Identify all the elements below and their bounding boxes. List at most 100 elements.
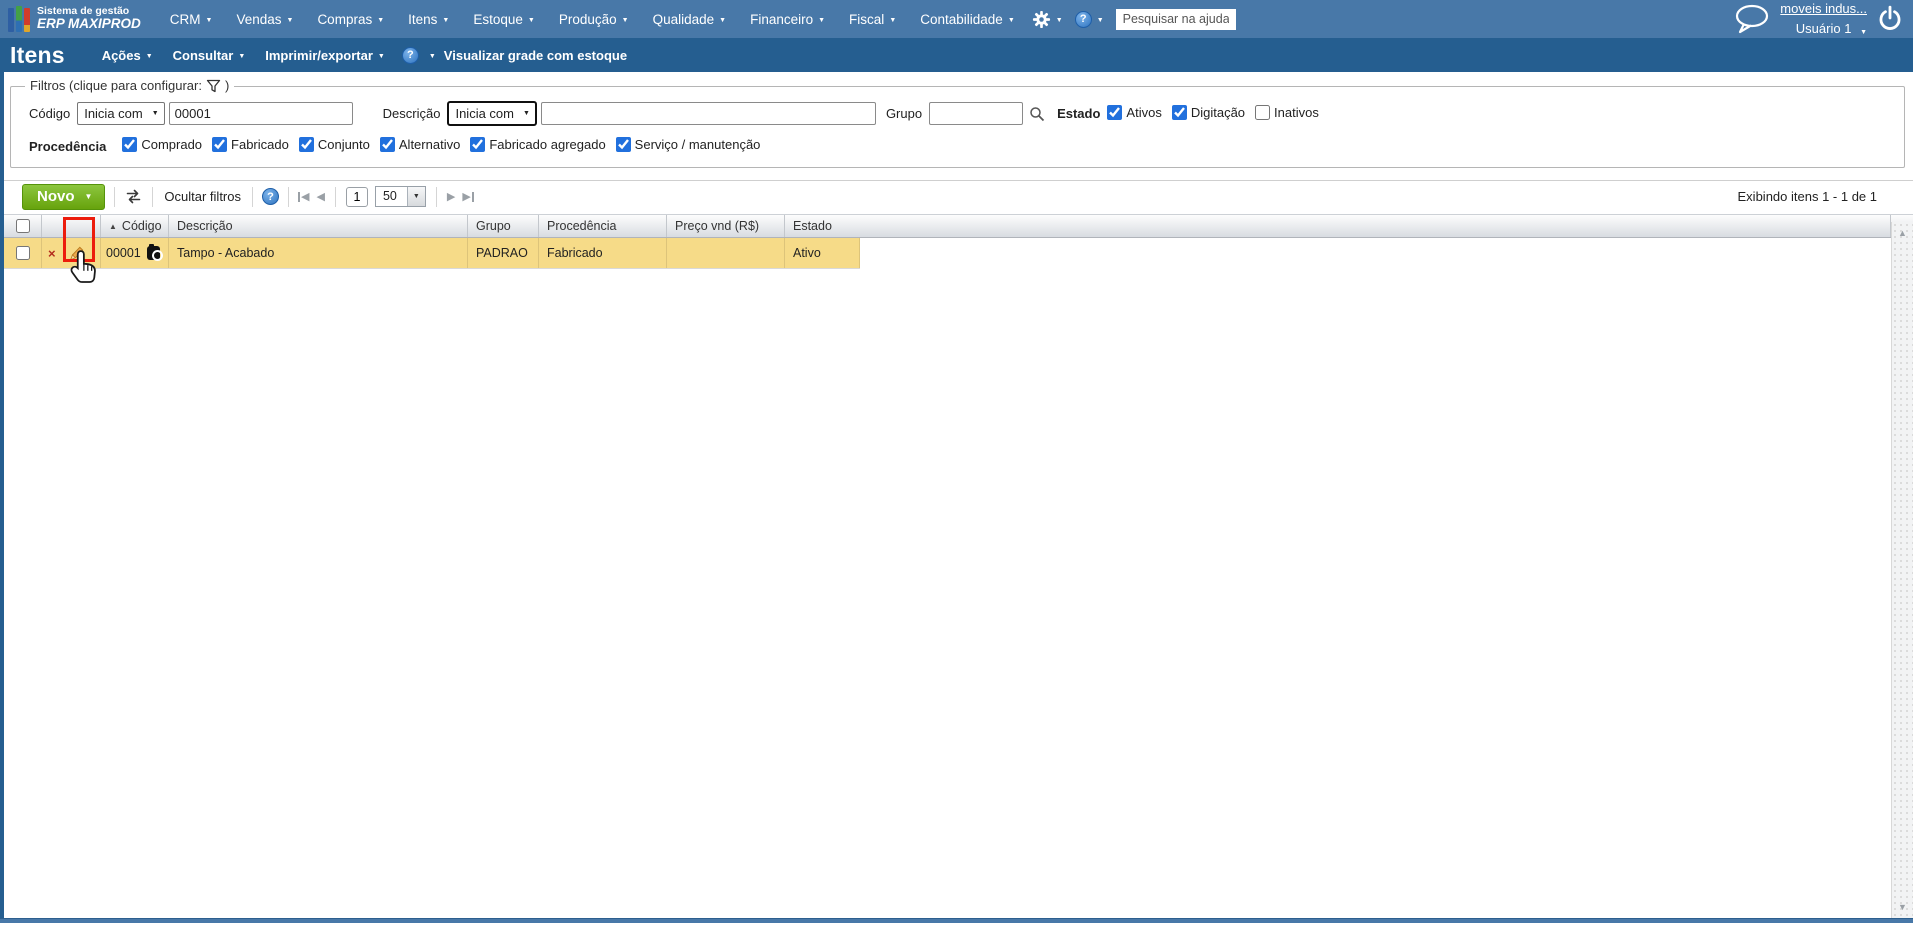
menu-contabilidade[interactable]: Contabilidade ▼ bbox=[909, 12, 1026, 27]
sort-asc-icon: ▲ bbox=[109, 221, 117, 231]
estado-checkbox-group: Ativos Digitação Inativos bbox=[1107, 104, 1328, 123]
user-menu[interactable]: Usuário 1 ▼ bbox=[1796, 21, 1867, 36]
codigo-input[interactable] bbox=[168, 102, 353, 125]
estado-checkbox[interactable] bbox=[1107, 104, 1123, 120]
select-all-checkbox[interactable] bbox=[15, 219, 30, 233]
procedencia-fabricado-agregado[interactable]: Fabricado agregado bbox=[470, 137, 606, 152]
row-preco bbox=[667, 238, 785, 268]
procedencia-fabricado[interactable]: Fabricado bbox=[212, 137, 289, 152]
chevron-down-icon: ▼ bbox=[621, 16, 629, 24]
grupo-input[interactable] bbox=[929, 102, 1024, 125]
procedencia-checkbox[interactable] bbox=[379, 137, 395, 152]
photo-camera-icon[interactable] bbox=[146, 244, 164, 261]
chevron-down-icon: ▼ bbox=[1096, 16, 1104, 24]
column-header-estado[interactable]: Estado bbox=[785, 215, 1891, 237]
chevron-down-icon: ▼ bbox=[377, 16, 385, 24]
filters-legend[interactable]: Filtros (clique para configurar: ) bbox=[25, 78, 235, 93]
menu-crm[interactable]: CRM ▼ bbox=[159, 12, 224, 27]
last-page-button[interactable]: ▶ bbox=[462, 190, 474, 203]
chat-bubble-icon[interactable] bbox=[1732, 4, 1770, 34]
top-navigation-bar: Sistema de gestão ERP MAXIPROD CRM ▼ Venda… bbox=[0, 0, 1913, 38]
help-icon[interactable]: ? bbox=[401, 46, 419, 64]
estado-inativos[interactable]: Inativos bbox=[1255, 104, 1319, 120]
menu-fiscal[interactable]: Fiscal ▼ bbox=[838, 12, 907, 27]
page-menu-imprimir-exportar[interactable]: Imprimir/exportar ▼ bbox=[256, 48, 394, 63]
page-menu-consultar[interactable]: Consultar ▼ bbox=[164, 48, 255, 63]
page-size-select[interactable]: 50 ▼ bbox=[374, 186, 426, 207]
delete-row-icon[interactable]: × bbox=[48, 246, 56, 261]
column-header-codigo[interactable]: ▲ Código bbox=[101, 215, 169, 237]
procedencia-checkbox[interactable] bbox=[122, 137, 138, 152]
menu-produ-o[interactable]: Produção ▼ bbox=[548, 12, 640, 27]
menu-financeiro[interactable]: Financeiro ▼ bbox=[739, 12, 836, 27]
settings-menu[interactable]: ▼ bbox=[1026, 10, 1069, 29]
first-page-button[interactable]: ◀ bbox=[298, 190, 309, 203]
column-header-grupo[interactable]: Grupo bbox=[468, 215, 539, 237]
help-icon: ? bbox=[1074, 10, 1092, 28]
menu-compras[interactable]: Compras ▼ bbox=[306, 12, 395, 27]
prev-page-button[interactable]: ◀ bbox=[316, 190, 324, 203]
chevron-down-icon: ▼ bbox=[889, 16, 897, 24]
procedencia-checkbox[interactable] bbox=[470, 137, 486, 152]
menu-itens[interactable]: Itens ▼ bbox=[397, 12, 460, 27]
menu-vendas[interactable]: Vendas ▼ bbox=[225, 12, 304, 27]
chevron-down-icon: ▼ bbox=[286, 16, 294, 24]
row-select-checkbox[interactable] bbox=[15, 246, 30, 260]
next-page-button[interactable]: ▶ bbox=[447, 190, 455, 203]
column-header-descricao[interactable]: Descrição bbox=[169, 215, 468, 237]
table-row[interactable]: × 00001 Tampo - Acabado PADRAO Fabricado… bbox=[4, 238, 860, 269]
chevron-down-icon: ▼ bbox=[1860, 29, 1867, 36]
edit-pencil-icon[interactable] bbox=[67, 244, 86, 263]
estado-digita-o[interactable]: Digitação bbox=[1171, 104, 1245, 120]
row-procedencia: Fabricado bbox=[539, 238, 667, 268]
procedencia-checkbox[interactable] bbox=[298, 137, 314, 152]
app-logo-icon bbox=[8, 6, 30, 32]
view-grid-stock-link[interactable]: Visualizar grade com estoque bbox=[444, 48, 627, 63]
chevron-down-icon: ▼ bbox=[442, 16, 450, 24]
new-item-button[interactable]: Novo ▼ bbox=[22, 183, 106, 210]
chevron-down-icon: ▼ bbox=[151, 110, 159, 117]
items-grid: ▲ Código Descrição Grupo Procedência Pre… bbox=[4, 214, 1913, 269]
estado-ativos[interactable]: Ativos bbox=[1107, 104, 1162, 120]
vertical-scrollbar[interactable]: ▲ ▼ bbox=[1891, 222, 1913, 918]
refresh-icon[interactable] bbox=[124, 188, 143, 205]
menu-qualidade[interactable]: Qualidade ▼ bbox=[642, 12, 738, 27]
procedencia-alternativo[interactable]: Alternativo bbox=[379, 137, 460, 152]
help-menu[interactable]: ? ▼ bbox=[1069, 10, 1110, 28]
procedencia-conjunto[interactable]: Conjunto bbox=[298, 137, 370, 152]
showing-items-text: Exibindo itens 1 - 1 de 1 bbox=[1737, 189, 1877, 204]
procedencia-checkbox[interactable] bbox=[212, 137, 228, 152]
estado-checkbox[interactable] bbox=[1171, 104, 1187, 120]
estado-checkbox[interactable] bbox=[1255, 104, 1271, 120]
help-icon[interactable]: ? bbox=[262, 188, 279, 205]
codigo-operator-select[interactable]: Inicia com ▼ bbox=[77, 102, 165, 125]
grid-toolbar: Novo▼ Ocultar filtros ? ◀ ◀ 50 ▼ ▶ ▶ Exi… bbox=[4, 180, 1913, 212]
row-codigo: 00001 bbox=[106, 246, 141, 260]
menu-estoque[interactable]: Estoque ▼ bbox=[462, 12, 545, 27]
chevron-down-icon[interactable]: ▼ bbox=[429, 53, 436, 60]
descricao-operator-select[interactable]: Inicia com ▼ bbox=[447, 101, 537, 126]
scroll-up-icon[interactable]: ▲ bbox=[1898, 228, 1907, 238]
top-menu: CRM ▼ Vendas ▼ Compras ▼ Itens ▼ Estoque ▼ Produçã… bbox=[159, 12, 1026, 27]
hide-filters-button[interactable]: Ocultar filtros bbox=[162, 189, 243, 204]
brand-text: Sistema de gestão ERP MAXIPROD bbox=[37, 6, 141, 31]
page-title-bar: Itens Ações ▼ Consultar ▼ Imprimir/exportar ▼… bbox=[0, 38, 1913, 72]
column-header-procedencia[interactable]: Procedência bbox=[539, 215, 667, 237]
actions-column-header bbox=[42, 215, 101, 237]
descricao-input[interactable] bbox=[540, 102, 876, 125]
search-input[interactable] bbox=[1115, 8, 1236, 30]
procedencia-comprado[interactable]: Comprado bbox=[122, 137, 202, 152]
procedencia-checkbox[interactable] bbox=[615, 137, 631, 152]
scroll-down-icon[interactable]: ▼ bbox=[1898, 902, 1907, 912]
filter-funnel-icon bbox=[206, 79, 221, 92]
grupo-label: Grupo bbox=[885, 106, 923, 121]
column-header-preco[interactable]: Preço vnd (R$) bbox=[667, 215, 785, 237]
page-menu-a-es[interactable]: Ações ▼ bbox=[93, 48, 162, 63]
page-number-input[interactable] bbox=[345, 186, 368, 207]
search-icon[interactable] bbox=[1029, 106, 1045, 122]
filters-panel: Filtros (clique para configurar: ) Códig… bbox=[10, 78, 1905, 168]
procedencia-servi-o-manuten-o[interactable]: Serviço / manutenção bbox=[615, 137, 760, 152]
procedencia-label: Procedência bbox=[29, 138, 107, 154]
logout-power-icon[interactable] bbox=[1877, 5, 1903, 33]
company-link[interactable]: moveis indus... bbox=[1780, 1, 1867, 16]
